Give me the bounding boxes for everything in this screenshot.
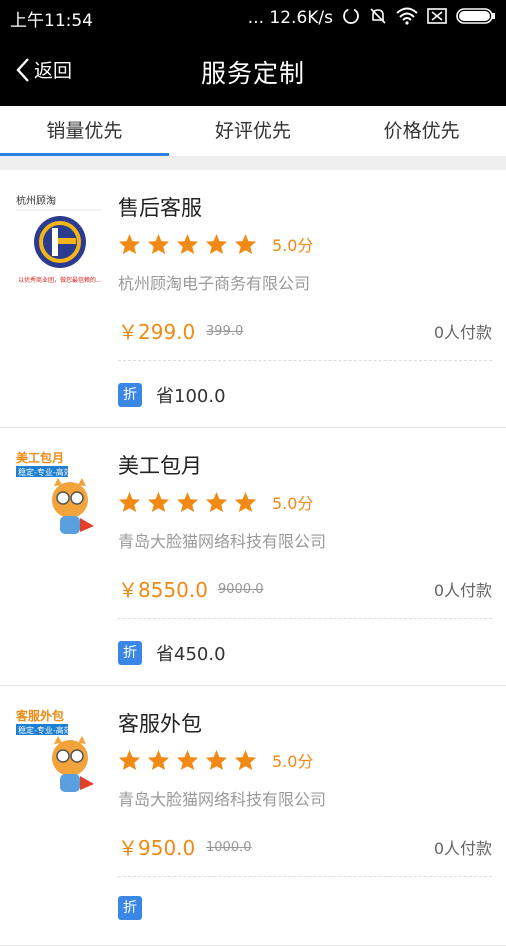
buyer-count: 0人付款	[433, 839, 492, 858]
rating-stars: 5.0分	[118, 748, 313, 772]
company-name: 青岛大脸猫网络科技有限公司	[118, 790, 327, 809]
battery-icon	[456, 7, 496, 30]
tab-price[interactable]: 价格优先	[337, 106, 506, 156]
status-bar: 上午11:54 ... 12.6K/s	[0, 0, 506, 36]
wifi-icon	[396, 7, 418, 30]
sim-icon	[427, 7, 447, 29]
thumb-label: 客服外包	[15, 708, 64, 723]
price: ￥8550.0	[118, 578, 208, 602]
cat-mascot-icon	[52, 478, 94, 534]
price: ￥950.0	[118, 836, 196, 860]
star-icon	[176, 233, 199, 255]
rating-score: 5.0分	[272, 752, 314, 771]
discount-row: 折 省100.0	[118, 382, 226, 408]
price-row: ￥950.0 1000.0 0人付款	[118, 832, 492, 862]
tab-sales[interactable]: 销量优先	[0, 106, 169, 156]
rating-stars: 5.0分	[118, 490, 313, 514]
price: ￥299.0	[118, 320, 196, 344]
rating-stars: 5.0分	[118, 232, 313, 256]
star-icons	[118, 491, 260, 513]
discount-badge: 折	[118, 641, 142, 665]
star-icon	[147, 749, 170, 771]
thumb-subtitle: 稳定-专业-高效	[18, 467, 72, 477]
rating-score: 5.0分	[272, 494, 314, 513]
star-icon	[234, 233, 257, 255]
thumb-subtitle: 稳定-专业-高效	[18, 725, 72, 735]
service-title: 美工包月	[118, 454, 202, 478]
star-icons	[118, 233, 260, 255]
service-thumbnail: 美工包月 稳定-专业-高效	[14, 448, 104, 543]
divider	[118, 618, 492, 619]
company-name: 杭州顾淘电子商务有限公司	[118, 274, 311, 293]
service-item[interactable]: 杭州顾淘 以优秀商业团，做您最信赖的... 售后客服 5.0分 杭州顾淘电子商务…	[0, 170, 506, 428]
star-icons	[118, 749, 260, 771]
company-name: 青岛大脸猫网络科技有限公司	[118, 532, 327, 551]
star-icon	[234, 491, 257, 513]
tab-rating[interactable]: 好评优先	[169, 106, 338, 156]
star-icon	[176, 491, 199, 513]
rating-score: 5.0分	[272, 236, 314, 255]
service-title: 售后客服	[118, 196, 202, 220]
savings-amount: 省450.0	[156, 644, 226, 665]
buyer-count: 0人付款	[433, 323, 492, 342]
service-title: 客服外包	[118, 712, 202, 736]
nav-bar: 返回 服务定制	[0, 36, 506, 106]
network-speed: ... 12.6K/s	[247, 8, 333, 28]
sort-tabs: 销量优先 好评优先 价格优先	[0, 106, 506, 156]
price-row: ￥8550.0 9000.0 0人付款	[118, 574, 492, 604]
status-time: 上午11:54	[10, 10, 93, 31]
star-icon	[118, 491, 141, 513]
star-icon	[147, 491, 170, 513]
original-price: 9000.0	[218, 582, 264, 597]
buyer-count: 0人付款	[433, 581, 492, 600]
cat-mascot-icon	[52, 736, 94, 792]
original-price: 399.0	[206, 324, 244, 339]
discount-badge: 折	[118, 383, 142, 407]
star-icon	[176, 749, 199, 771]
logo-brand-text: 杭州顾淘	[16, 194, 56, 207]
divider	[118, 876, 492, 877]
page-title: 服务定制	[200, 59, 305, 88]
divider	[118, 360, 492, 361]
star-icon	[147, 233, 170, 255]
star-icon	[118, 749, 141, 771]
mute-bell-icon	[369, 7, 387, 30]
star-icon	[205, 491, 228, 513]
original-price: 1000.0	[206, 840, 252, 855]
service-item[interactable]: 客服外包 稳定-专业-高效 客服外包 5.0分 青岛大脸猫网络科技有限公司 ￥9…	[0, 686, 506, 946]
service-thumbnail: 杭州顾淘 以优秀商业团，做您最信赖的...	[14, 192, 104, 302]
star-icon	[205, 233, 228, 255]
savings-amount: 省100.0	[156, 386, 226, 407]
star-icon	[205, 749, 228, 771]
discount-row: 折 省450.0	[118, 640, 226, 666]
sync-icon	[342, 7, 360, 30]
thumb-label: 美工包月	[16, 450, 64, 465]
logo-slogan-text: 以优秀商业团，做您最信赖的...	[18, 276, 102, 284]
service-thumbnail: 客服外包 稳定-专业-高效	[14, 706, 104, 801]
divider	[0, 156, 506, 170]
star-icon	[118, 233, 141, 255]
service-item[interactable]: 美工包月 稳定-专业-高效 美工包月 5.0分 青岛大脸猫网络科技有限公司 ￥8…	[0, 428, 506, 686]
star-icon	[234, 749, 257, 771]
price-row: ￥299.0 399.0 0人付款	[118, 316, 492, 346]
